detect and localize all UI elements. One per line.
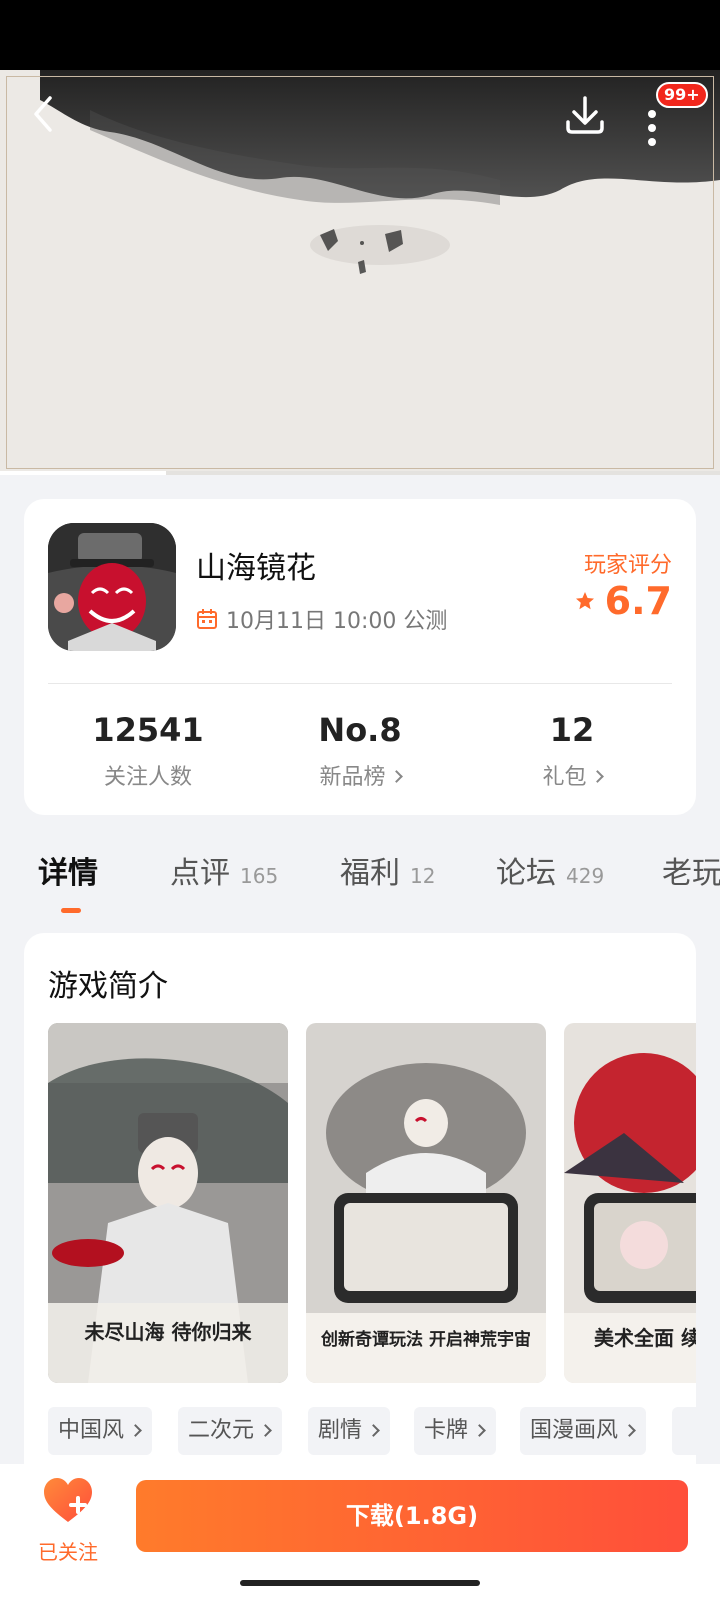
tag-label: 中国风 xyxy=(58,1418,125,1443)
masked-character-icon xyxy=(48,523,176,651)
game-info-card: 山海镜花 10月11日 10:00 公测 玩家评分 6.7 12541 关注人数… xyxy=(24,499,696,815)
stat-label-row: 礼包 xyxy=(460,759,684,791)
tab-reviews[interactable]: 点评 165 xyxy=(170,848,278,892)
tag-chip[interactable]: 卡牌 xyxy=(414,1407,497,1455)
release-info: 10月11日 10:00 公测 xyxy=(196,603,447,635)
home-indicator xyxy=(240,1580,480,1586)
stat-value: 12 xyxy=(549,711,595,749)
tab-benefits[interactable]: 福利 12 xyxy=(340,848,435,892)
tab-label: 详情 xyxy=(38,856,98,891)
rating-value: 6.7 xyxy=(604,579,672,623)
tag-chip[interactable]: 剧情 xyxy=(308,1407,391,1455)
tag-label: 卡牌 xyxy=(424,1418,469,1443)
tab-bar: 详情 点评 165 福利 12 论坛 429 老玩 xyxy=(0,848,720,918)
tag-chip[interactable]: 中国风 xyxy=(48,1407,153,1455)
chevron-right-icon xyxy=(623,1424,636,1437)
chevron-right-icon xyxy=(259,1424,272,1437)
bottom-action-bar: 已关注 下载(1.8G) xyxy=(0,1464,720,1600)
stat-value: No.8 xyxy=(318,711,402,749)
screenshot-3[interactable]: 美术全面 续写妖 xyxy=(564,1023,696,1383)
status-bar xyxy=(0,0,720,70)
follow-button[interactable]: 已关注 xyxy=(30,1476,106,1564)
tag-chip[interactable]: 国漫画风 xyxy=(520,1407,647,1455)
tab-label: 论坛 xyxy=(496,856,556,891)
heart-plus-icon xyxy=(44,1478,92,1522)
calendar-icon xyxy=(197,609,217,629)
chevron-right-icon xyxy=(129,1424,142,1437)
game-app-icon[interactable] xyxy=(48,523,176,651)
stat-value: 12541 xyxy=(92,711,204,749)
chevron-right-icon xyxy=(473,1424,486,1437)
divider xyxy=(48,683,672,684)
screenshot-caption: 未尽山海 待你归来 xyxy=(85,1320,253,1344)
tab-label: 老玩 xyxy=(662,856,720,891)
back-button[interactable] xyxy=(22,92,66,136)
tab-label: 点评 xyxy=(170,856,230,891)
tab-forum[interactable]: 论坛 429 xyxy=(496,848,604,892)
section-title: 游戏简介 xyxy=(48,969,168,1004)
carousel-progress-fill xyxy=(0,471,166,475)
stat-followers: 12541 关注人数 xyxy=(36,711,260,791)
stat-label: 关注人数 xyxy=(103,765,192,790)
stat-label-row: 新品榜 xyxy=(248,759,472,791)
back-arrow-icon xyxy=(34,96,52,132)
screenshot-2[interactable]: 创新奇谭玩法 开启神荒宇宙 xyxy=(306,1023,546,1383)
chevron-right-icon xyxy=(367,1424,380,1437)
tag-label: 二次元 xyxy=(188,1418,255,1443)
stat-label: 新品榜 xyxy=(319,765,386,790)
tag-label: 剧情 xyxy=(318,1418,363,1443)
tab-veteran-players[interactable]: 老玩 xyxy=(662,848,720,892)
rating[interactable]: 6.7 xyxy=(575,579,672,623)
carousel-progress xyxy=(0,471,720,475)
tab-count: 12 xyxy=(410,864,436,888)
follow-label: 已关注 xyxy=(38,1540,98,1564)
tab-count: 429 xyxy=(566,864,605,888)
tab-label: 福利 xyxy=(340,856,400,891)
game-title: 山海镜花 xyxy=(196,551,316,586)
hero-banner[interactable] xyxy=(0,70,720,475)
tag-chip-overflow[interactable] xyxy=(672,1407,696,1455)
screenshot-1[interactable]: 未尽山海 待你归来 xyxy=(48,1023,288,1383)
notification-badge: 99+ xyxy=(656,82,708,108)
chevron-right-icon xyxy=(389,769,403,783)
tab-count: 165 xyxy=(240,864,279,888)
stat-gift-packs[interactable]: 12 礼包 xyxy=(460,711,684,791)
tag-chip[interactable]: 二次元 xyxy=(178,1407,283,1455)
screenshot-art: 美术全面 续写妖 xyxy=(564,1023,696,1383)
chevron-right-icon xyxy=(590,769,604,783)
screenshot-caption: 创新奇谭玩法 开启神荒宇宙 xyxy=(320,1329,531,1350)
tag-label: 国漫画风 xyxy=(530,1418,619,1443)
active-tab-indicator xyxy=(61,908,81,913)
rating-label: 玩家评分 xyxy=(583,553,672,578)
game-intro-card: 游戏简介 未尽山海 待你归来 创新奇谭玩法 开启神荒宇宙 美术全面 续 中国风 … xyxy=(24,933,696,1493)
stat-new-ranking[interactable]: No.8 新品榜 xyxy=(248,711,472,791)
stat-label: 礼包 xyxy=(542,765,587,790)
screenshot-art: 创新奇谭玩法 开启神荒宇宙 xyxy=(306,1023,546,1383)
star-icon xyxy=(575,592,594,610)
release-text: 10月11日 10:00 公测 xyxy=(226,609,448,634)
download-game-button[interactable]: 下载(1.8G) xyxy=(136,1480,688,1552)
tab-details[interactable]: 详情 xyxy=(38,848,98,892)
screenshot-caption: 美术全面 续写妖 xyxy=(594,1326,696,1350)
download-icon xyxy=(566,96,604,134)
download-button[interactable] xyxy=(560,92,610,142)
screenshot-art: 未尽山海 待你归来 xyxy=(48,1023,288,1383)
